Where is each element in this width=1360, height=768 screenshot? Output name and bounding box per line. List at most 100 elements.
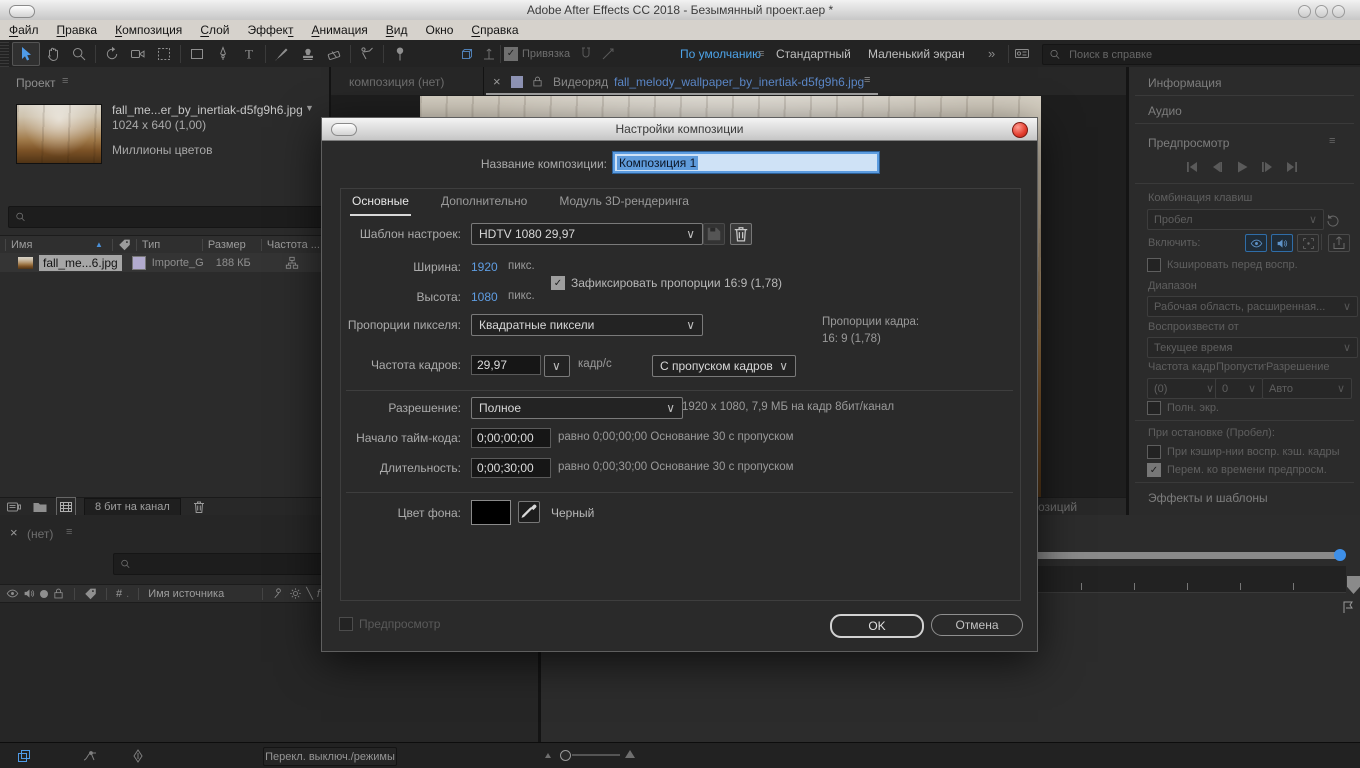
hand-tool[interactable] bbox=[40, 43, 66, 65]
flowchart-icon[interactable] bbox=[285, 256, 299, 270]
close-icon[interactable]: × bbox=[10, 525, 18, 540]
viewer-selector-text[interactable]: озиций bbox=[1038, 500, 1077, 514]
eraser-tool[interactable] bbox=[321, 43, 347, 65]
menu-Эффект[interactable]: Эффект bbox=[239, 23, 303, 37]
first-frame-icon[interactable] bbox=[1184, 159, 1200, 175]
menu-Анимация[interactable]: Анимация bbox=[302, 23, 376, 37]
footage-row-name[interactable]: fall_me...6.jpg bbox=[39, 255, 122, 271]
range-dropdown[interactable]: Рабочая область, расширенная...∨ bbox=[1147, 296, 1358, 317]
speaker-icon[interactable] bbox=[23, 587, 36, 600]
comp-marker-icon[interactable] bbox=[1340, 599, 1356, 615]
workspace-tab-default[interactable]: По умолчанию bbox=[680, 47, 761, 61]
workspace-bar-icon[interactable] bbox=[1014, 46, 1030, 62]
next-frame-icon[interactable] bbox=[1259, 159, 1275, 175]
dialog-close-button[interactable] bbox=[1012, 122, 1028, 138]
eye-icon[interactable] bbox=[6, 587, 19, 600]
pixel-aspect-dropdown[interactable]: Квадратные пиксели∨ bbox=[471, 314, 703, 336]
menu-Вид[interactable]: Вид bbox=[377, 23, 417, 37]
pen-tool[interactable] bbox=[210, 43, 236, 65]
frame-rate-dropdown-icon[interactable]: ∨ bbox=[544, 355, 570, 377]
interpret-footage-icon[interactable] bbox=[6, 499, 22, 515]
bg-color-swatch[interactable] bbox=[471, 500, 511, 525]
snap-settings-icon[interactable] bbox=[578, 46, 594, 62]
layer-number-column[interactable]: # bbox=[116, 588, 122, 600]
window-control-icon[interactable] bbox=[1298, 5, 1311, 18]
graph-editor-icon[interactable] bbox=[82, 748, 98, 764]
effects-presets-tab[interactable]: Эффекты и шаблоны bbox=[1148, 491, 1268, 505]
tab-3d-renderer[interactable]: Модуль 3D-рендеринга bbox=[557, 190, 691, 216]
info-panel-tab[interactable]: Информация bbox=[1148, 76, 1221, 90]
duration-input[interactable]: 0;00;30;00 bbox=[471, 458, 551, 478]
height-value[interactable]: 1080 bbox=[471, 290, 498, 304]
cache-before-play-checkbox[interactable] bbox=[1147, 258, 1161, 272]
brush-tool[interactable] bbox=[269, 43, 295, 65]
menu-Слой[interactable]: Слой bbox=[191, 23, 238, 37]
preview-panel-tab[interactable]: Предпросмотр bbox=[1148, 136, 1229, 150]
last-frame-icon[interactable] bbox=[1284, 159, 1300, 175]
panel-menu-icon[interactable]: ≡ bbox=[66, 526, 72, 538]
start-timecode-input[interactable]: 0;00;00;00 bbox=[471, 428, 551, 448]
navigator-handle[interactable] bbox=[1334, 549, 1346, 561]
timeline-tab[interactable]: (нет) bbox=[27, 527, 53, 541]
menu-Файл[interactable]: Файл bbox=[0, 23, 48, 37]
column-size[interactable]: Размер bbox=[208, 239, 256, 251]
workspace-tab-small-screen[interactable]: Маленький экран bbox=[868, 47, 965, 61]
sort-ascending-icon[interactable]: ▲ bbox=[95, 240, 103, 249]
zoom-tool[interactable] bbox=[66, 43, 92, 65]
zoom-out-icon[interactable] bbox=[545, 753, 551, 758]
workspace-overflow-icon[interactable]: » bbox=[988, 46, 995, 61]
puppet-pin-tool[interactable] bbox=[387, 43, 413, 65]
workspace-menu-icon[interactable]: ≡ bbox=[758, 48, 764, 60]
move-time-checkbox[interactable]: ✓ bbox=[1147, 463, 1161, 477]
marker-bin-icon[interactable] bbox=[1347, 576, 1360, 594]
tag-icon[interactable] bbox=[118, 238, 131, 251]
speaker-icon[interactable] bbox=[1271, 234, 1293, 252]
footage-row[interactable]: fall_me...6.jpg Importe_G 188 КБ bbox=[0, 253, 329, 272]
pan-behind-tool[interactable] bbox=[151, 43, 177, 65]
skip-dropdown[interactable]: 0∨ bbox=[1215, 378, 1263, 399]
timeline-zoom-slider[interactable] bbox=[560, 750, 571, 761]
label-color-chip[interactable] bbox=[132, 256, 146, 270]
clone-stamp-tool[interactable] bbox=[295, 43, 321, 65]
window-control-icon[interactable] bbox=[1315, 5, 1328, 18]
timeline-search-input[interactable] bbox=[136, 557, 342, 571]
reset-icon[interactable] bbox=[1325, 212, 1341, 228]
footage-dropdown-icon[interactable]: ▼ bbox=[305, 103, 314, 113]
project-search-input[interactable] bbox=[31, 210, 322, 224]
play-icon[interactable] bbox=[1234, 159, 1250, 175]
panel-menu-icon[interactable]: ≡ bbox=[1329, 135, 1335, 147]
selection-tool[interactable] bbox=[12, 42, 40, 66]
preset-dropdown[interactable]: HDTV 1080 29,97∨ bbox=[471, 223, 703, 245]
menu-Окно[interactable]: Окно bbox=[417, 23, 463, 37]
solo-icon[interactable] bbox=[40, 590, 48, 598]
cancel-button[interactable]: Отмена bbox=[931, 614, 1023, 636]
audio-panel-tab[interactable]: Аудио bbox=[1148, 104, 1182, 118]
save-preset-icon[interactable] bbox=[703, 223, 725, 245]
local-axis-mode-icon[interactable] bbox=[459, 46, 475, 62]
panel-menu-icon[interactable]: ≡ bbox=[62, 75, 68, 87]
help-search-input[interactable] bbox=[1067, 48, 1359, 62]
snap-checkbox[interactable]: ✓ bbox=[504, 47, 518, 61]
column-type[interactable]: Тип bbox=[142, 239, 197, 251]
drop-frame-dropdown[interactable]: С пропуском кадров∨ bbox=[652, 355, 796, 377]
play-from-dropdown[interactable]: Текущее время∨ bbox=[1147, 337, 1358, 358]
fullscreen-checkbox[interactable] bbox=[1147, 401, 1161, 415]
comp-name-field[interactable]: Композиция 1 bbox=[613, 152, 879, 173]
transfer-controls-icon[interactable] bbox=[130, 748, 146, 764]
cache-frames-checkbox[interactable] bbox=[1147, 445, 1161, 459]
toggle-switches-modes-button[interactable]: Перекл. выключ./режимы bbox=[263, 747, 397, 766]
menu-Справка[interactable]: Справка bbox=[462, 23, 527, 37]
zoom-slider-track[interactable] bbox=[572, 754, 620, 756]
pickwhip-icon[interactable] bbox=[272, 587, 285, 600]
rotate-tool[interactable] bbox=[99, 43, 125, 65]
close-icon[interactable]: × bbox=[493, 74, 501, 89]
new-folder-icon[interactable] bbox=[32, 499, 48, 515]
project-panel-tab[interactable]: Проект bbox=[16, 76, 56, 90]
toolbar-grip-icon[interactable] bbox=[0, 40, 9, 67]
snap-options-icon[interactable] bbox=[600, 46, 616, 62]
roto-brush-tool[interactable] bbox=[354, 43, 380, 65]
ok-button[interactable]: OK bbox=[830, 614, 924, 638]
tab-advanced[interactable]: Дополнительно bbox=[439, 190, 529, 216]
expand-layers-icon[interactable] bbox=[16, 748, 32, 764]
column-rate[interactable]: Частота ... bbox=[267, 239, 320, 251]
